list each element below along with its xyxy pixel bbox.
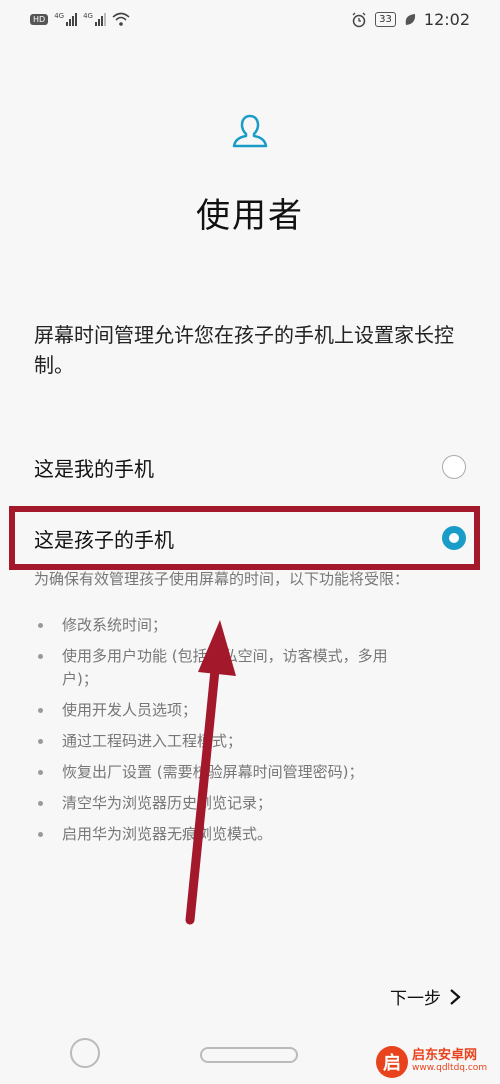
annotation-highlight-box	[9, 506, 480, 570]
watermark-name: 启东安卓网	[412, 1048, 478, 1063]
list-item: 使用多用户功能 (包括隐私空间，访客模式，多用户)；	[36, 645, 416, 691]
option-label: 这是我的手机	[34, 456, 154, 481]
status-bar: HD 4G 4G 33 12:02	[0, 0, 500, 44]
list-item: 通过工程码进入工程模式；	[36, 730, 416, 753]
clock-time: 12:02	[423, 10, 470, 29]
page-title: 使用者	[196, 196, 304, 236]
nav-home-button[interactable]	[200, 1047, 298, 1063]
battery-icon: 33	[375, 12, 396, 27]
restriction-list: 修改系统时间； 使用多用户功能 (包括隐私空间，访客模式，多用户)； 使用开发人…	[36, 614, 416, 854]
alarm-icon	[352, 12, 366, 27]
user-icon	[232, 114, 268, 148]
watermark-logo-icon: 启	[376, 1046, 408, 1078]
nav-back-button[interactable]	[70, 1038, 100, 1068]
chevron-right-icon	[450, 988, 461, 1005]
next-button[interactable]: 下一步	[390, 984, 461, 1009]
watermark-url: www.qdltdq.com	[412, 1063, 488, 1073]
wifi-icon	[112, 12, 130, 26]
status-right: 33 12:02	[351, 10, 470, 29]
next-label: 下一步	[390, 989, 441, 1009]
signal-icon: 4G	[54, 12, 78, 26]
hd-badge: HD	[30, 13, 49, 25]
radio-button-unchecked[interactable]	[442, 455, 466, 479]
list-item: 使用开发人员选项；	[36, 699, 416, 722]
watermark: 启 启东安卓网 www.qdltdq.com	[376, 1046, 487, 1078]
description-text: 屏幕时间管理允许您在孩子的手机上设置家长控制。	[34, 323, 454, 377]
list-item: 启用华为浏览器无痕浏览模式。	[36, 823, 416, 846]
signal-icon: 4G	[83, 12, 106, 26]
list-item: 修改系统时间；	[36, 614, 416, 637]
list-item: 清空华为浏览器历史浏览记录；	[36, 792, 416, 815]
leaf-icon	[405, 13, 415, 25]
option-my-phone[interactable]: 这是我的手机	[34, 445, 466, 489]
restriction-note: 为确保有效管理孩子使用屏幕的时间，以下功能将受限：	[34, 570, 410, 588]
list-item: 恢复出厂设置 (需要校验屏幕时间管理密码)；	[36, 761, 416, 784]
status-left: HD 4G 4G	[30, 12, 130, 26]
